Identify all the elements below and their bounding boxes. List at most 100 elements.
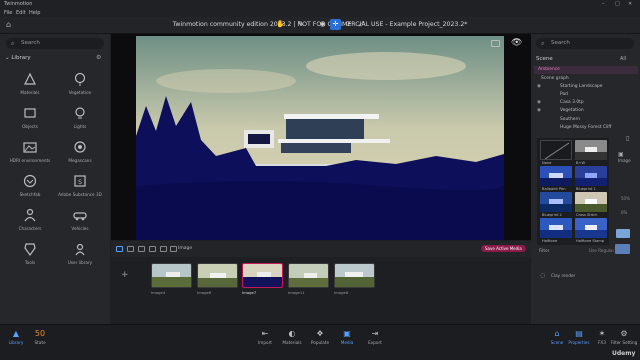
move-icon[interactable]: ✛ — [330, 19, 341, 30]
presentation-icon[interactable] — [170, 246, 177, 252]
svg-text:S: S — [78, 179, 82, 186]
materials-tab[interactable]: ◐ Materials — [277, 329, 307, 345]
scale-icon[interactable]: ⤢ — [356, 19, 367, 30]
library-item-vegetation[interactable]: Vegetation — [55, 72, 105, 95]
rotate-icon[interactable]: ⟳ — [343, 19, 354, 30]
media-thumb[interactable] — [288, 263, 329, 288]
panorama-icon[interactable] — [138, 246, 145, 252]
library-item-user-library[interactable]: User library — [55, 242, 105, 265]
video-icon[interactable] — [149, 246, 156, 252]
style-cross-stitch[interactable] — [575, 192, 607, 212]
import-tab[interactable]: ⇤ Import — [250, 329, 280, 345]
library-search-input[interactable]: ⌕ Search — [6, 38, 104, 49]
menu-bar: File Edit Help — [0, 9, 640, 17]
chevron-down-icon: ⌄ — [5, 55, 10, 61]
settings-icon[interactable]: ⚙ — [96, 54, 101, 61]
side-label: Image — [618, 158, 631, 163]
library-label: Library — [11, 55, 31, 61]
style-blueprint-1[interactable] — [575, 166, 607, 186]
close-icon[interactable]: ✕ — [628, 1, 632, 7]
library-item-characters[interactable]: Characters — [5, 208, 55, 231]
media-thumb[interactable] — [151, 263, 192, 288]
search-placeholder: Search — [551, 40, 570, 46]
style-label: B+W — [576, 161, 586, 165]
nav-label: Filter Setting — [610, 340, 638, 345]
clay-render-label: Clay render — [551, 273, 576, 278]
media-section-label: Image — [178, 246, 193, 251]
collapse-icon[interactable]: ▯ — [626, 135, 629, 142]
scene-label: Scene — [536, 56, 553, 62]
library-item-materials[interactable]: Materials — [5, 72, 55, 95]
filter-setting-tab[interactable]: ⚙ Filter Setting — [609, 329, 639, 345]
style-label: Halftone Stamp — [576, 239, 605, 243]
populate-tab[interactable]: ❖ Populate — [305, 329, 335, 345]
phasing-icon[interactable] — [160, 246, 167, 252]
library-item-hdri[interactable]: HDRI environments — [5, 140, 55, 163]
filter-swatch[interactable] — [615, 244, 630, 254]
vegetation-icon — [74, 72, 86, 86]
scene-row-landscape[interactable]: Starting Landscape — [560, 84, 603, 89]
minimize-icon[interactable]: – — [602, 1, 605, 7]
maximize-icon[interactable]: □ — [615, 1, 620, 7]
filter-value[interactable]: Use Regular — [589, 248, 614, 253]
nav-label: Export — [368, 340, 382, 345]
export-tab[interactable]: ⇥ Export — [360, 329, 390, 345]
library-item-substance[interactable]: S Adobe Substance 3D — [55, 174, 105, 197]
library-header[interactable]: ⌄ Library — [5, 55, 31, 61]
visibility-icon[interactable]: ◉ — [537, 84, 541, 89]
menu-edit[interactable]: Edit — [16, 10, 26, 16]
save-media-button[interactable]: Save Active Media — [481, 245, 526, 252]
library-item-tools[interactable]: Tools — [5, 242, 55, 265]
image-icon[interactable]: ▣ — [618, 151, 624, 158]
hud-icon[interactable] — [491, 40, 500, 47]
thumb-label: Image7 — [242, 290, 257, 295]
visibility-icon[interactable]: ◉ — [537, 108, 541, 113]
populate-icon: ❖ — [316, 329, 324, 338]
style-bw[interactable] — [575, 140, 607, 160]
library-item-lights[interactable]: Lights — [55, 106, 105, 129]
style-blueprint-2[interactable] — [540, 192, 572, 212]
scene-row-forest-cliff[interactable]: Huge Mossy Forest Cliff — [560, 125, 611, 130]
scene-search-input[interactable]: ⌕ Search — [536, 38, 634, 49]
scene-row-southern[interactable]: Southern — [560, 117, 580, 122]
scene-row-scene-graph[interactable]: Scene graph — [541, 76, 569, 81]
style-none[interactable] — [540, 140, 572, 160]
library-item-label: Lights — [73, 124, 87, 129]
scene-row-ambience[interactable]: Ambience — [538, 67, 560, 72]
media-thumb[interactable] — [334, 263, 375, 288]
export-icon: ⇥ — [371, 329, 379, 338]
menu-help[interactable]: Help — [29, 10, 40, 16]
grid-view-icon[interactable] — [116, 246, 123, 252]
style-halftone-stamp[interactable] — [575, 218, 607, 238]
clay-icon[interactable]: ◌ — [540, 272, 545, 279]
library-item-objects[interactable]: Objects — [5, 106, 55, 129]
style-label: Halftone — [542, 239, 558, 243]
list-view-icon[interactable] — [127, 246, 134, 252]
scene-row-vegetation[interactable]: Vegetation — [560, 108, 584, 113]
add-media-icon[interactable]: + — [121, 270, 129, 280]
style-label: None — [542, 161, 552, 165]
style-ballpoint[interactable] — [540, 166, 572, 186]
hand-icon[interactable]: ✋ — [275, 19, 286, 30]
media-icon: ▣ — [343, 329, 351, 338]
picker-icon[interactable]: ✎ — [295, 19, 306, 30]
render-preview[interactable] — [136, 36, 504, 240]
style-halftone[interactable] — [540, 218, 572, 238]
scene-row-casa[interactable]: Casa 3.0tp — [560, 100, 584, 105]
media-thumb[interactable] — [197, 263, 238, 288]
scene-row-pad[interactable]: Pad — [560, 92, 568, 97]
eye-icon[interactable]: 👁 — [511, 38, 522, 48]
library-item-vehicles[interactable]: Vehicles — [55, 208, 105, 231]
library-item-sketchfab[interactable]: Sketchfab — [5, 174, 55, 197]
library-item-megascans[interactable]: Megascans — [55, 140, 105, 163]
state-indicator: 50 State — [25, 329, 55, 345]
media-thumb-selected[interactable] — [242, 263, 283, 288]
visibility-icon[interactable]: ◉ — [537, 100, 541, 105]
style-swatch[interactable] — [616, 229, 630, 238]
scene-filter[interactable]: All — [620, 56, 626, 62]
menu-file[interactable]: File — [4, 10, 12, 16]
nav-label: Media — [340, 340, 354, 345]
navigate-icon[interactable]: ◉ — [317, 19, 328, 30]
value-readout: 0% — [621, 210, 628, 215]
media-tab[interactable]: ▣ Media — [332, 329, 362, 345]
